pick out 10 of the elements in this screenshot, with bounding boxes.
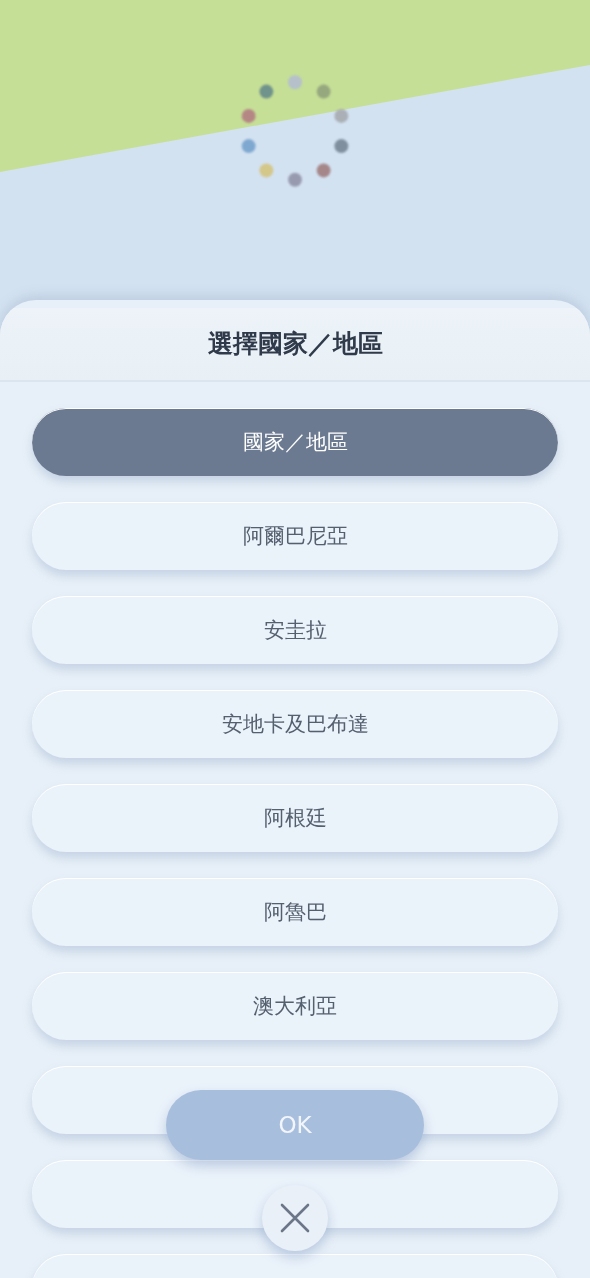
country-option[interactable]: 澳大利亞 <box>32 972 558 1040</box>
country-option[interactable]: 阿爾巴尼亞 <box>32 502 558 570</box>
country-option[interactable]: 國家／地區 <box>32 408 558 476</box>
country-option[interactable]: 阿魯巴 <box>32 878 558 946</box>
close-button[interactable] <box>262 1185 328 1251</box>
country-option[interactable]: 阿根廷 <box>32 784 558 852</box>
sheet-title: 選擇國家／地區 <box>0 308 590 382</box>
close-icon <box>280 1203 310 1233</box>
country-option[interactable]: 安圭拉 <box>32 596 558 664</box>
country-option[interactable]: 安地卡及巴布達 <box>32 690 558 758</box>
